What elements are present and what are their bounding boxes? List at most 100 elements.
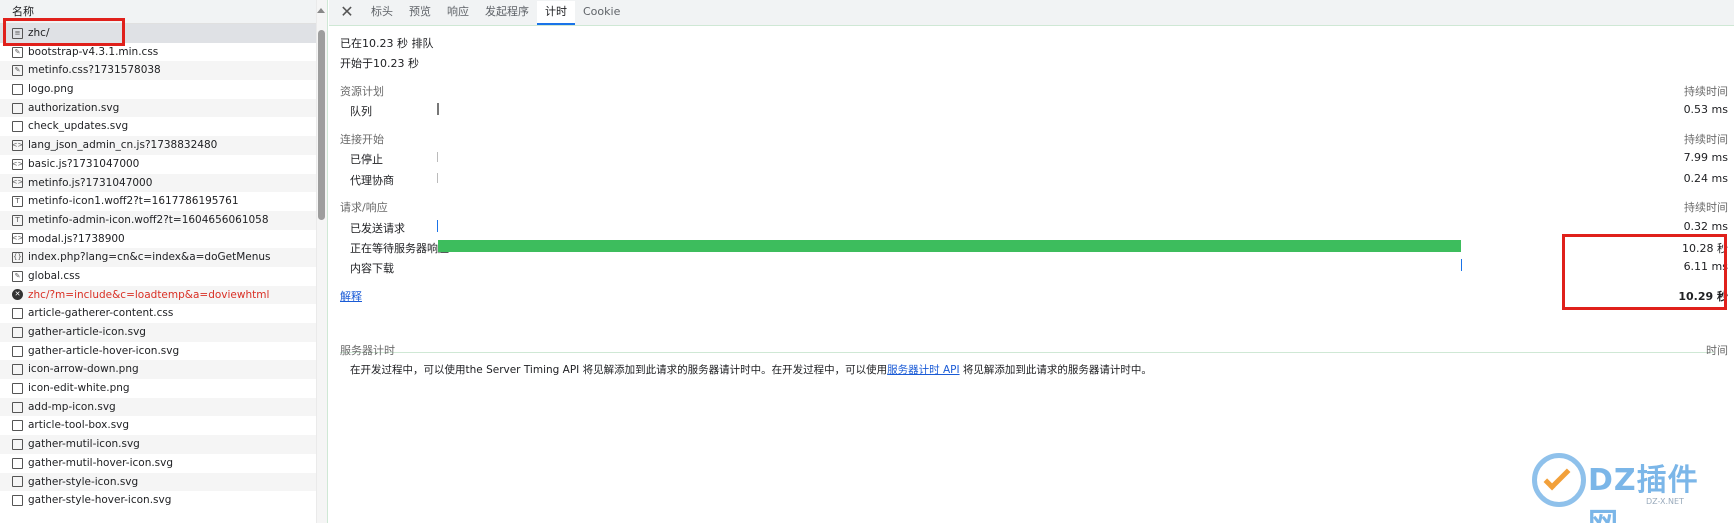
request-row[interactable]: <> lang_json_admin_cn.js?1738832480 — [0, 136, 327, 155]
queued-at-text: 已在10.23 秒 排队 — [340, 37, 434, 50]
section-title-request-response: 请求/响应 — [340, 201, 388, 214]
request-name: lang_json_admin_cn.js?1738832480 — [28, 139, 218, 152]
request-row[interactable]: {} index.php?lang=cn&c=index&a=doGetMenus — [0, 248, 327, 267]
request-row[interactable]: gather-mutil-icon.svg — [0, 435, 327, 454]
request-name: gather-style-icon.svg — [28, 475, 139, 488]
timing-bar-download — [1461, 259, 1462, 271]
stylesheet-icon: ✎ — [12, 65, 23, 77]
request-row[interactable]: gather-article-icon.svg — [0, 323, 327, 342]
request-list: ≡ zhc/✎ bootstrap-v4.3.1.min.css ✎ metinfo.c… — [0, 24, 327, 510]
image-file-icon — [12, 364, 23, 376]
tab-4[interactable]: 计时 — [537, 1, 575, 25]
request-row[interactable]: ✕ zhc/?m=include&c=loadtemp&a=doviewhtml — [0, 285, 327, 305]
request-name: check_updates.svg — [28, 120, 129, 133]
image-file-icon — [12, 495, 23, 507]
request-row[interactable]: icon-edit-white.png — [0, 379, 327, 398]
watermark-subtext: DZ-X.NET — [1646, 497, 1684, 506]
request-name: metinfo.css?1731578038 — [28, 64, 161, 77]
tab-3[interactable]: 发起程序 — [477, 1, 537, 25]
server-timing-desc-after: 将见解添加到此请求的服务器请计时中。 — [959, 364, 1152, 376]
server-timing-description: 在开发过程中，可以使用the Server Timing API 将见解添加到此… — [350, 362, 1152, 377]
server-timing-desc-before: 在开发过程中，可以使用the Server Timing API 将见解添加到此… — [350, 364, 888, 376]
server-timing-api-link[interactable]: 服务器计时 API — [887, 364, 959, 376]
request-row[interactable]: check_updates.svg — [0, 117, 327, 136]
duration-header: 持续时间 — [1684, 201, 1728, 214]
request-row[interactable]: <> basic.js?1731047000 — [0, 155, 327, 174]
request-name: icon-edit-white.png — [28, 382, 130, 395]
close-icon[interactable]: ✕ — [337, 1, 357, 25]
error-icon: ✕ — [12, 289, 23, 301]
server-timing-title: 服务器计时 — [340, 344, 395, 357]
row-value-request-sent: 0.32 ms — [1683, 220, 1728, 233]
request-row[interactable]: <> metinfo.js?1731047000 — [0, 173, 327, 193]
image-file-icon — [12, 420, 23, 432]
row-label-download: 内容下载 — [350, 262, 394, 275]
request-row[interactable]: authorization.svg — [0, 98, 327, 118]
script-icon: <> — [11, 158, 24, 170]
request-name: global.css — [28, 269, 81, 282]
tab-0[interactable]: 标头 — [363, 1, 401, 25]
request-name: add-mp-icon.svg — [28, 400, 116, 413]
explanation-link[interactable]: 解释 — [340, 288, 362, 304]
image-file-icon — [12, 438, 23, 450]
timing-bar-request-sent — [437, 220, 438, 232]
image-file-icon — [12, 382, 23, 394]
request-name: metinfo.js?1731047000 — [28, 176, 153, 189]
row-value-stalled: 7.99 ms — [1683, 151, 1728, 164]
request-name: modal.js?1738900 — [28, 232, 125, 245]
request-name: authorization.svg — [28, 101, 120, 114]
request-name: zhc/?m=include&c=loadtemp&a=doviewhtml — [28, 288, 270, 301]
request-row[interactable]: ✎ metinfo.css?1731578038 — [0, 61, 327, 81]
request-row[interactable]: gather-style-hover-icon.svg — [0, 491, 327, 510]
request-name: gather-style-hover-icon.svg — [28, 494, 172, 507]
image-file-icon — [12, 345, 23, 357]
request-name: metinfo-icon1.woff2?t=1617786195761 — [28, 195, 239, 208]
request-row[interactable]: gather-mutil-hover-icon.svg — [0, 454, 327, 473]
scroll-up-arrow-icon[interactable] — [317, 8, 325, 13]
scrollbar[interactable] — [316, 0, 327, 523]
request-name: gather-mutil-hover-icon.svg — [28, 456, 174, 469]
request-row[interactable]: logo.png — [0, 80, 327, 99]
request-row[interactable]: ✎ global.css — [0, 267, 327, 286]
tab-2[interactable]: 响应 — [439, 1, 477, 25]
request-row[interactable]: gather-article-hover-icon.svg — [0, 342, 327, 361]
request-name: article-tool-box.svg — [28, 419, 130, 432]
scrollbar-thumb[interactable] — [318, 30, 325, 220]
row-label-queue: 队列 — [350, 105, 372, 118]
request-row[interactable]: Tmetinfo-icon1.woff2?t=1617786195761 — [0, 192, 327, 211]
image-file-icon — [12, 102, 23, 114]
row-label-stalled: 已停止 — [350, 153, 383, 166]
timing-bar-queue — [437, 103, 439, 115]
request-row[interactable]: article-tool-box.svg — [0, 416, 327, 435]
started-at-text: 开始于10.23 秒 — [340, 57, 419, 70]
image-file-icon — [12, 401, 23, 413]
request-row[interactable]: <> modal.js?1738900 — [0, 230, 327, 249]
network-request-panel: 名称 ≡ zhc/✎ bootstrap-v4.3.1.min.css ✎ metinf… — [0, 0, 328, 523]
request-row[interactable]: Tmetinfo-admin-icon.woff2?t=160465606105… — [0, 210, 327, 230]
request-row[interactable]: add-mp-icon.svg — [0, 397, 327, 417]
tab-1[interactable]: 预览 — [401, 1, 439, 25]
image-file-icon — [12, 121, 23, 133]
section-divider — [340, 352, 1714, 353]
tab-5[interactable]: Cookie — [575, 1, 628, 25]
request-name: gather-article-hover-icon.svg — [28, 344, 180, 357]
script-icon: <> — [11, 233, 24, 245]
request-name: basic.js?1731047000 — [28, 157, 140, 170]
request-row[interactable]: article-gatherer-content.css — [0, 304, 327, 323]
watermark-logo: DZ插件网 DZ-X.NET — [1526, 447, 1726, 523]
detail-tabs: ✕ 标头 预览 响应 发起程序 计时 Cookie — [329, 0, 1734, 26]
request-row[interactable]: gather-style-icon.svg — [0, 472, 327, 492]
timing-bar-waiting — [438, 240, 1461, 252]
request-row[interactable]: icon-arrow-down.png — [0, 360, 327, 380]
document-icon — [12, 308, 23, 320]
fetch-icon: {} — [12, 252, 23, 264]
duration-header: 持续时间 — [1684, 85, 1728, 98]
image-file-icon — [12, 476, 23, 488]
request-name: gather-mutil-icon.svg — [28, 438, 140, 451]
request-name: logo.png — [28, 83, 74, 96]
row-label-waiting: 正在等待服务器响应 — [350, 242, 449, 255]
image-file-icon — [12, 83, 23, 95]
font-file-icon: T — [12, 214, 23, 226]
request-name: article-gatherer-content.css — [28, 307, 174, 320]
row-label-request-sent: 已发送请求 — [350, 222, 405, 235]
